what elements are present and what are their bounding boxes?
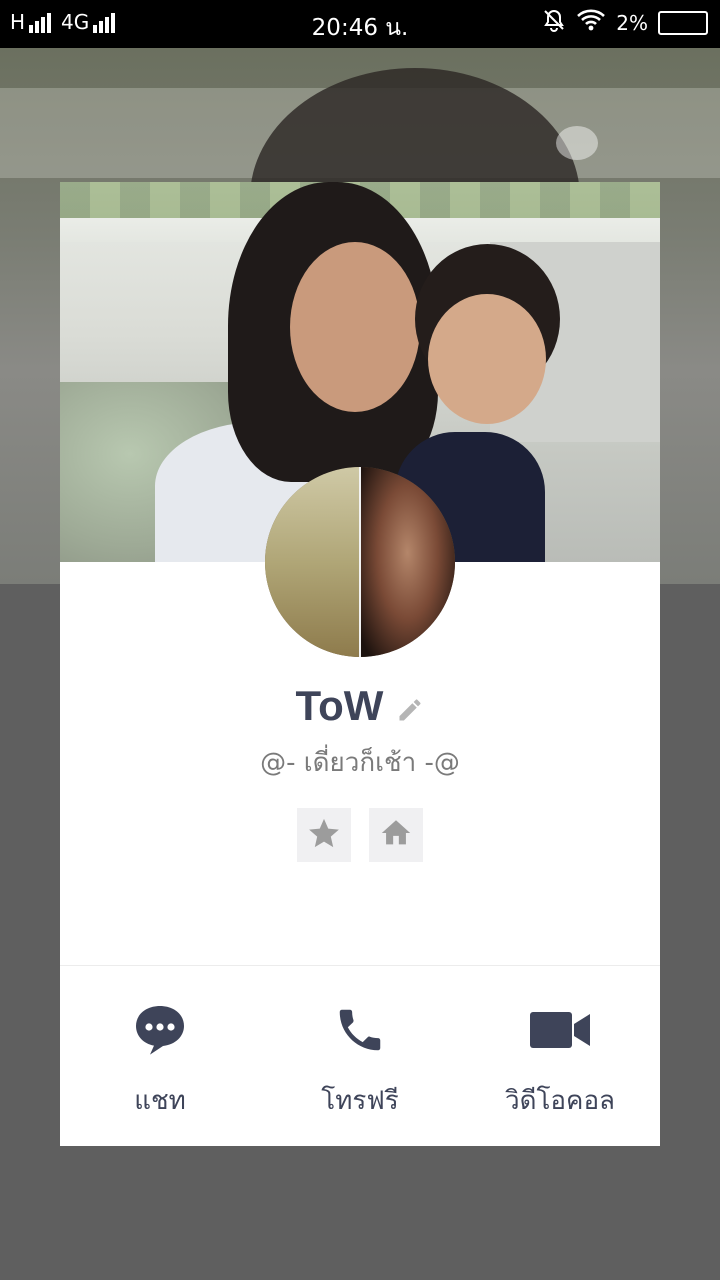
profile-name: ToW bbox=[295, 682, 384, 729]
divider bbox=[60, 965, 660, 966]
video-call-button[interactable]: วิดีโอคอล bbox=[460, 1002, 660, 1121]
chat-bubble-icon bbox=[60, 1002, 260, 1058]
star-icon bbox=[307, 816, 341, 854]
profile-name-row: ToW bbox=[60, 682, 660, 732]
background-chat-icon bbox=[556, 126, 598, 160]
wifi-icon bbox=[576, 8, 606, 37]
battery-percent: 2% bbox=[616, 10, 648, 35]
status-bar: H 4G 20:46 น. 2% bbox=[0, 0, 720, 48]
phone-icon bbox=[260, 1002, 460, 1058]
edit-pencil-icon[interactable] bbox=[396, 696, 424, 728]
home-button[interactable] bbox=[369, 808, 423, 862]
profile-avatar[interactable] bbox=[265, 467, 455, 657]
action-bar: แชท โทรฟรี วิดีโอคอล bbox=[60, 1002, 660, 1116]
chat-label: แชท bbox=[134, 1086, 186, 1116]
free-call-label: โทรฟรี bbox=[321, 1086, 399, 1116]
video-camera-icon bbox=[460, 1002, 660, 1058]
notifications-off-icon bbox=[542, 8, 566, 37]
status-message: @- เดี่ยวก็เช้า -@ bbox=[260, 748, 460, 778]
free-call-button[interactable]: โทรฟรี bbox=[260, 1002, 460, 1121]
favorite-button[interactable] bbox=[297, 808, 351, 862]
video-call-label: วิดีโอคอล bbox=[504, 1086, 615, 1116]
battery-icon bbox=[658, 10, 708, 35]
chat-button[interactable]: แชท bbox=[60, 1002, 260, 1121]
profile-card: ToW @- เดี่ยวก็เช้า -@ แชท โทรฟรี วิดีโอ… bbox=[60, 182, 660, 1146]
home-icon bbox=[379, 816, 413, 854]
